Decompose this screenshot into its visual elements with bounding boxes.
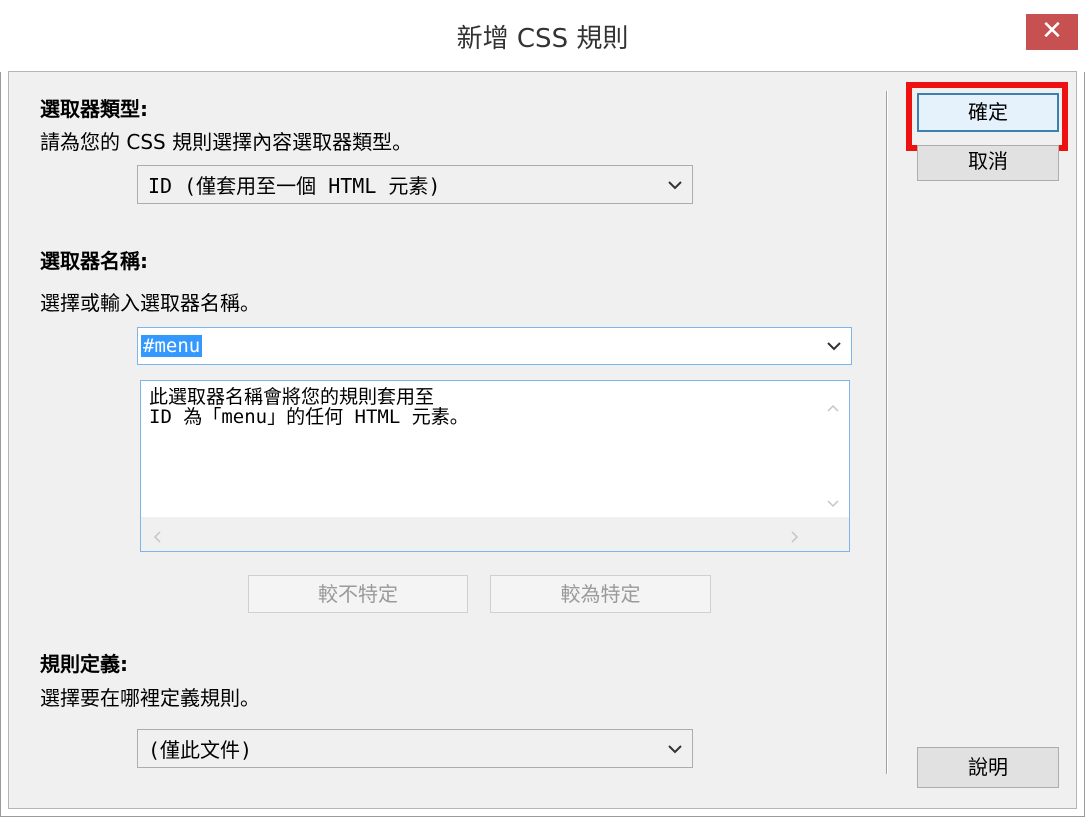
help-button[interactable]: 說明 [917,747,1059,788]
selector-explanation-box[interactable]: 此選取器名稱會將您的規則套用至 ID 為「menu」的任何 HTML 元素。 [140,380,850,552]
less-specific-button[interactable]: 較不特定 [248,575,468,613]
selector-name-heading: 選取器名稱: [40,249,148,273]
selector-name-description: 選擇或輸入選取器名稱。 [40,291,260,315]
dialog-title: 新增 CSS 規則 [456,24,629,54]
chevron-left-icon[interactable] [153,528,161,547]
rule-definition-heading: 規則定義: [40,652,128,676]
chevron-down-icon[interactable] [827,328,841,364]
close-button[interactable]: ✕ [1026,14,1078,50]
close-icon: ✕ [1041,16,1063,46]
vertical-scrollbar[interactable] [817,381,849,517]
highlight-box [906,82,1068,151]
more-specific-button[interactable]: 較為特定 [490,575,711,613]
rule-definition-dropdown[interactable]: (僅此文件) [137,729,693,768]
selector-type-heading: 選取器類型: [40,97,148,121]
explanation-line-1: 此選取器名稱會將您的規則套用至 [149,386,435,408]
title-bar: 新增 CSS 規則 ✕ [0,0,1085,72]
selector-explanation-text: 此選取器名稱會將您的規則套用至 ID 為「menu」的任何 HTML 元素。 [149,387,469,427]
cancel-button[interactable]: 取消 [917,145,1059,181]
selector-type-value: ID (僅套用至一個 HTML 元素) [148,174,441,198]
selector-name-input[interactable]: #menu [141,335,203,357]
chevron-up-icon[interactable] [827,397,839,416]
chevron-down-icon[interactable] [827,493,839,512]
selector-type-description: 請為您的 CSS 規則選擇內容選取器類型。 [40,130,413,154]
chevron-down-icon [668,730,682,767]
horizontal-scrollbar[interactable] [141,517,817,551]
chevron-down-icon [668,166,682,203]
selector-name-combobox[interactable]: #menu [137,327,852,365]
chevron-right-icon[interactable] [791,528,799,547]
explanation-line-2: ID 為「menu」的任何 HTML 元素。 [149,406,469,428]
column-divider [886,91,888,774]
scroll-corner [817,517,849,551]
rule-definition-value: (僅此文件) [148,738,253,762]
rule-definition-description: 選擇要在哪裡定義規則。 [40,686,260,710]
selector-type-dropdown[interactable]: ID (僅套用至一個 HTML 元素) [137,165,693,204]
